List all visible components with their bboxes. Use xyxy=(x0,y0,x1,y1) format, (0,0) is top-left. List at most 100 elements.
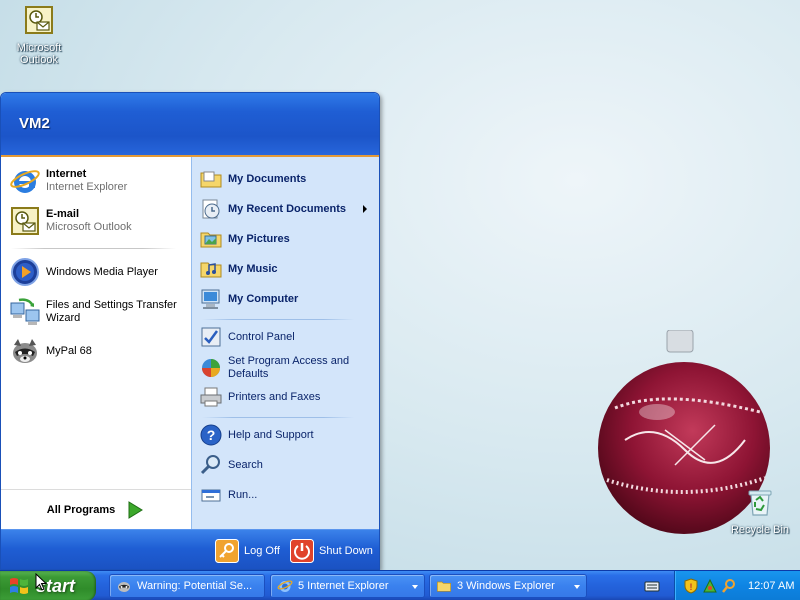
transfer-wizard-icon xyxy=(10,298,40,325)
taskbar-button-label: Warning: Potential Se... xyxy=(137,580,253,592)
place-my-computer[interactable]: My Computer xyxy=(199,285,375,313)
start-menu-footer: Log Off Shut Down xyxy=(1,529,379,569)
run-icon xyxy=(201,489,221,502)
folder-icon xyxy=(437,581,451,592)
music-folder-icon xyxy=(200,262,222,278)
settings-program-access[interactable]: Set Program Access and Defaults xyxy=(199,350,375,386)
separator xyxy=(202,319,354,320)
pinned-item-title: E-mail xyxy=(46,208,80,220)
power-icon xyxy=(290,539,314,563)
settings-label: Set Program Access and xyxy=(228,355,350,367)
place-label: My Documents xyxy=(228,172,307,185)
mouse-cursor-icon xyxy=(35,573,47,591)
desktop-icon-label: Outlook xyxy=(20,54,58,66)
start-menu: VM2 Internet Internet Explorer E-mail Mi… xyxy=(0,92,380,570)
place-my-pictures[interactable]: My Pictures xyxy=(199,225,375,253)
user-name: VM2 xyxy=(19,115,50,132)
recycle-bin-icon xyxy=(748,490,772,516)
settings-control-panel[interactable]: Control Panel xyxy=(199,323,375,351)
network-icon[interactable] xyxy=(702,578,718,594)
printer-icon xyxy=(200,387,222,407)
security-shield-icon[interactable]: ! xyxy=(683,578,699,594)
mypal-icon xyxy=(13,339,37,363)
settings-label-line2: Defaults xyxy=(228,368,269,380)
tool-help-support[interactable]: ? Help and Support xyxy=(199,421,375,449)
start-menu-left-pane: Internet Internet Explorer E-mail Micros… xyxy=(1,157,191,529)
green-arrow-icon xyxy=(128,500,144,519)
submenu-arrow-icon xyxy=(363,205,367,213)
place-label: My Pictures xyxy=(228,232,290,245)
recent-item-transfer-wizard[interactable]: Files and Settings Transfer Wizard xyxy=(9,294,184,330)
tool-search[interactable]: Search xyxy=(199,451,375,479)
internet-explorer-icon xyxy=(10,170,40,193)
pinned-item-email[interactable]: E-mail Microsoft Outlook xyxy=(9,203,184,239)
media-player-icon xyxy=(11,258,39,286)
recent-documents-icon xyxy=(202,199,220,219)
internet-explorer-icon xyxy=(277,580,293,592)
help-icon: ? xyxy=(200,424,222,446)
dropdown-arrow-icon xyxy=(412,585,418,589)
place-my-recent-documents[interactable]: My Recent Documents xyxy=(199,195,375,223)
search-icon[interactable] xyxy=(721,578,737,594)
system-tray: ! 12:07 AM xyxy=(674,571,800,600)
recent-item-label: Windows Media Player xyxy=(46,265,158,278)
recent-item-label-line2: Wizard xyxy=(46,312,81,324)
start-menu-right-pane: My Documents My Recent Documents My Pict… xyxy=(191,157,379,529)
pinned-item-title: Internet xyxy=(46,168,87,180)
pinned-item-subtitle: Microsoft Outlook xyxy=(46,221,132,233)
log-off-button[interactable]: Log Off xyxy=(215,538,280,564)
taskbar-button-windows-explorer[interactable]: 3 Windows Explorer xyxy=(429,574,587,598)
computer-icon xyxy=(201,289,220,309)
recent-item-label: MyPal 68 xyxy=(46,344,92,357)
keyboard-icon[interactable] xyxy=(644,578,660,594)
outlook-icon xyxy=(25,6,53,34)
clock[interactable]: 12:07 AM xyxy=(748,580,794,592)
place-my-documents[interactable]: My Documents xyxy=(199,165,375,193)
separator xyxy=(11,248,176,249)
search-icon xyxy=(200,455,220,475)
program-access-icon xyxy=(202,359,220,377)
taskbar: start Warning: Potential Se... 5 Interne… xyxy=(0,570,800,600)
svg-text:?: ? xyxy=(207,427,216,443)
tool-label: Run... xyxy=(228,488,258,501)
settings-label: Control Panel xyxy=(228,330,295,343)
start-menu-header: VM2 xyxy=(1,93,379,157)
separator xyxy=(202,417,354,418)
recent-item-media-player[interactable]: Windows Media Player xyxy=(9,254,184,290)
taskbar-button-internet-explorer[interactable]: 5 Internet Explorer xyxy=(270,574,425,598)
tool-label: Help and Support xyxy=(228,428,314,441)
shut-down-label: Shut Down xyxy=(319,545,373,557)
start-button[interactable]: start xyxy=(0,571,96,600)
folder-icon xyxy=(200,171,222,188)
taskbar-button-label: 5 Internet Explorer xyxy=(298,580,389,592)
taskbar-button-label: 3 Windows Explorer xyxy=(457,580,555,592)
tool-label: Search xyxy=(228,458,263,471)
control-panel-icon xyxy=(201,327,221,347)
all-programs-button[interactable]: All Programs xyxy=(1,489,191,529)
place-my-music[interactable]: My Music xyxy=(199,255,375,283)
desktop-icon-label: Recycle Bin xyxy=(730,524,790,536)
log-off-label: Log Off xyxy=(244,545,280,557)
outlook-icon xyxy=(11,207,39,235)
shut-down-button[interactable]: Shut Down xyxy=(290,538,373,564)
tool-run[interactable]: Run... xyxy=(199,481,375,509)
desktop-icon-outlook[interactable]: Microsoft Outlook xyxy=(1,4,77,66)
settings-printers-faxes[interactable]: Printers and Faxes xyxy=(199,383,375,411)
place-label: My Recent Documents xyxy=(228,202,346,215)
mypal-icon xyxy=(118,582,130,592)
place-label: My Music xyxy=(228,262,278,275)
desktop-icon-recycle-bin[interactable]: Recycle Bin xyxy=(722,486,798,536)
recent-item-label: Files and Settings Transfer xyxy=(46,299,177,311)
pinned-item-subtitle: Internet Explorer xyxy=(46,181,128,193)
taskbar-button-warning[interactable]: Warning: Potential Se... xyxy=(109,574,265,598)
windows-logo-icon xyxy=(10,578,28,594)
recent-item-mypal[interactable]: MyPal 68 xyxy=(9,333,184,369)
pinned-item-internet[interactable]: Internet Internet Explorer xyxy=(9,163,184,199)
place-label: My Computer xyxy=(228,292,299,305)
settings-label: Printers and Faxes xyxy=(228,390,321,403)
dropdown-arrow-icon xyxy=(574,585,580,589)
key-icon xyxy=(215,539,239,563)
all-programs-label: All Programs xyxy=(46,503,116,516)
pictures-folder-icon xyxy=(200,232,222,248)
desktop-icon-label: Microsoft xyxy=(16,42,62,54)
